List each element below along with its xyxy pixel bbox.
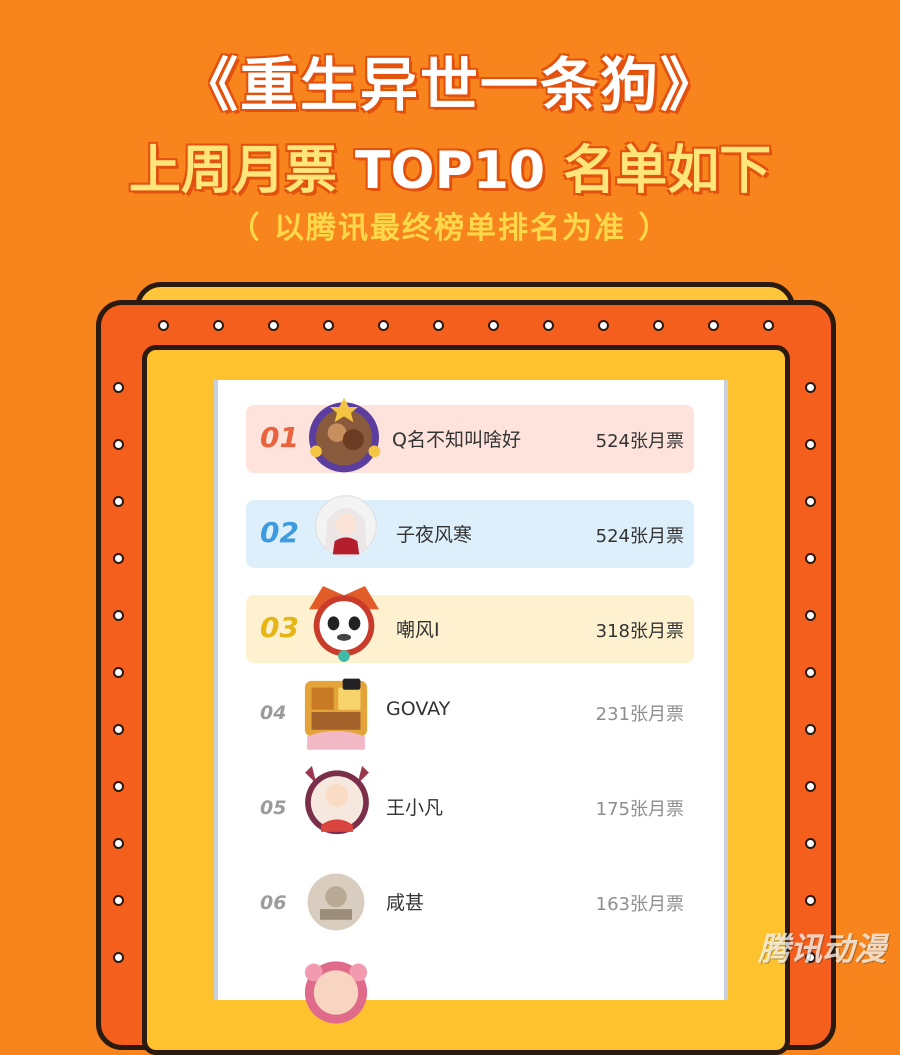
watermark-logo: 腾讯动漫 xyxy=(757,930,886,968)
light-bulb xyxy=(805,496,816,507)
light-bulb xyxy=(805,838,816,849)
user-name: 子夜风寒 xyxy=(396,524,473,546)
light-bulb xyxy=(113,382,124,393)
rank-number: 02 xyxy=(260,516,299,549)
rank-number: 04 xyxy=(260,702,287,724)
light-bulb xyxy=(378,320,389,331)
user-name: 王小凡 xyxy=(386,797,444,819)
light-bulb xyxy=(805,781,816,792)
ranking-row-2[interactable]: 02 子夜风寒 524张月票 xyxy=(246,495,694,568)
light-bulb xyxy=(113,667,124,678)
light-bulb xyxy=(805,553,816,564)
user-name: Q名不知叫啥好 xyxy=(392,429,521,451)
subtitle-part-3: 名单如下 xyxy=(545,141,772,201)
light-bulb xyxy=(653,320,664,331)
avatar-6 xyxy=(307,873,365,931)
light-bulb xyxy=(323,320,334,331)
ranking-note: （ 以腾讯最终榜单排名为准 ） xyxy=(229,211,671,246)
rank-number: 01 xyxy=(260,421,299,454)
vote-count: 318张月票 xyxy=(595,621,684,642)
avatar-5 xyxy=(305,765,369,835)
light-bulb xyxy=(113,781,124,792)
vote-count: 175张月票 xyxy=(595,799,684,820)
light-bulb xyxy=(488,320,499,331)
page-title: 《重生异世一条狗》 xyxy=(179,51,720,119)
light-bulb xyxy=(805,610,816,621)
light-bulb xyxy=(113,724,124,735)
avatar-2 xyxy=(315,495,377,557)
ranking-row-6[interactable]: 06 咸甚 163张月票 xyxy=(246,868,694,936)
vote-count: 524张月票 xyxy=(595,431,684,452)
avatar-4 xyxy=(304,678,368,750)
page-subtitle: 上周月票 TOP10 名单如下 xyxy=(0,128,900,203)
user-name: GOVAY xyxy=(386,698,451,720)
vote-count: 231张月票 xyxy=(595,704,684,725)
subtitle-part-2: TOP10 xyxy=(354,141,546,201)
light-bulb xyxy=(113,952,124,963)
light-bulb xyxy=(113,838,124,849)
rank-number: 06 xyxy=(260,892,287,914)
user-name: 嘲风I xyxy=(396,619,440,641)
light-bulb xyxy=(805,667,816,678)
avatar-7-partial xyxy=(304,961,368,1024)
ranking-panel: 01 Q名不知叫啥好 524张月票 02 子夜风寒 524张月票 03 嘲风I … xyxy=(214,380,728,1024)
light-bulb xyxy=(433,320,444,331)
light-bulb xyxy=(598,320,609,331)
light-bulb xyxy=(113,496,124,507)
ranking-row-5[interactable]: 05 王小凡 175张月票 xyxy=(246,765,694,841)
light-bulb xyxy=(113,439,124,450)
avatar-1 xyxy=(309,397,381,473)
rank-number: 03 xyxy=(260,611,299,644)
light-bulb xyxy=(268,320,279,331)
light-bulb xyxy=(805,382,816,393)
light-bulb xyxy=(805,439,816,450)
ranking-row-4[interactable]: 04 GOVAY 231张月票 xyxy=(246,678,694,750)
light-bulb xyxy=(763,320,774,331)
avatar-3 xyxy=(309,586,379,662)
vote-count: 163张月票 xyxy=(595,894,684,915)
subtitle-part-1: 上周月票 xyxy=(128,141,355,201)
light-bulb xyxy=(113,610,124,621)
light-bulb xyxy=(213,320,224,331)
light-bulb xyxy=(805,724,816,735)
ranking-row-1[interactable]: 01 Q名不知叫啥好 524张月票 xyxy=(246,397,694,473)
light-bulb xyxy=(113,553,124,564)
ranking-row-3[interactable]: 03 嘲风I 318张月票 xyxy=(246,586,694,663)
light-bulb xyxy=(113,895,124,906)
light-bulb xyxy=(543,320,554,331)
user-name: 咸甚 xyxy=(386,892,425,914)
rank-number: 05 xyxy=(260,797,287,819)
light-bulb xyxy=(708,320,719,331)
vote-count: 524张月票 xyxy=(595,526,684,547)
light-bulb xyxy=(158,320,169,331)
light-bulb xyxy=(805,895,816,906)
